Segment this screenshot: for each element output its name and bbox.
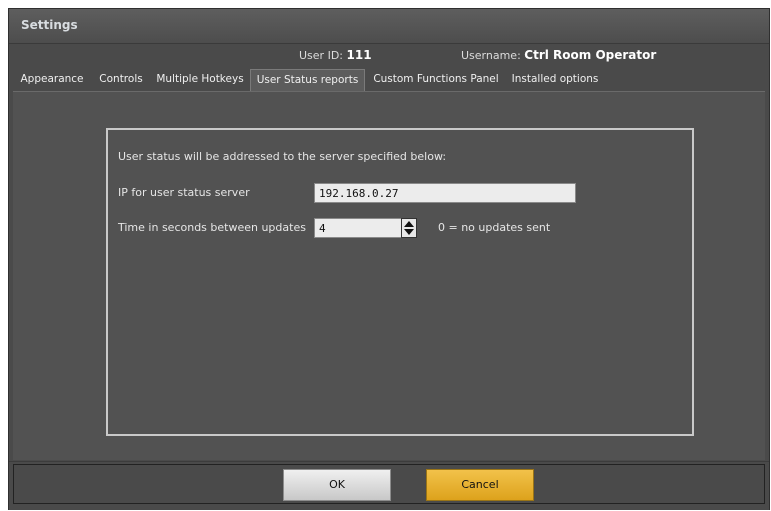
tab-appearance[interactable]: Appearance [13,70,91,91]
status-settings-frame: User status will be addressed to the ser… [106,128,694,436]
description-text: User status will be addressed to the ser… [118,150,447,163]
window-title: Settings [21,18,78,32]
cancel-button[interactable]: Cancel [426,469,534,501]
interval-label: Time in seconds between updates [118,221,306,234]
footer-frame: OK Cancel [13,464,765,504]
tab-custom-functions-panel[interactable]: Custom Functions Panel [367,70,505,91]
tab-user-status-reports[interactable]: User Status reports [250,69,365,91]
ip-label: IP for user status server [118,186,250,199]
title-bar: Settings [9,9,769,44]
tab-bar: Appearance Controls Multiple Hotkeys Use… [9,69,769,91]
tab-content: User status will be addressed to the ser… [13,91,765,460]
tab-multiple-hotkeys[interactable]: Multiple Hotkeys [151,70,249,91]
spinner-arrows-icon [404,221,414,235]
interval-hint: 0 = no updates sent [438,221,551,234]
user-id-label: User ID: [299,49,343,62]
username-value: Ctrl Room Operator [524,48,657,62]
tab-installed-options[interactable]: Installed options [507,70,603,91]
settings-window: Settings User ID: 111 Username: Ctrl Roo… [8,8,770,510]
interval-input[interactable] [314,218,402,238]
user-id-value: 111 [346,48,372,62]
interval-spinner[interactable] [401,218,417,238]
username-display: Username: Ctrl Room Operator [461,48,656,62]
tab-controls[interactable]: Controls [93,70,149,91]
ok-button[interactable]: OK [283,469,391,501]
user-id-display: User ID: 111 [299,48,372,62]
ip-input[interactable] [314,183,576,203]
username-label: Username: [461,49,521,62]
dialog-footer: OK Cancel [9,461,769,510]
